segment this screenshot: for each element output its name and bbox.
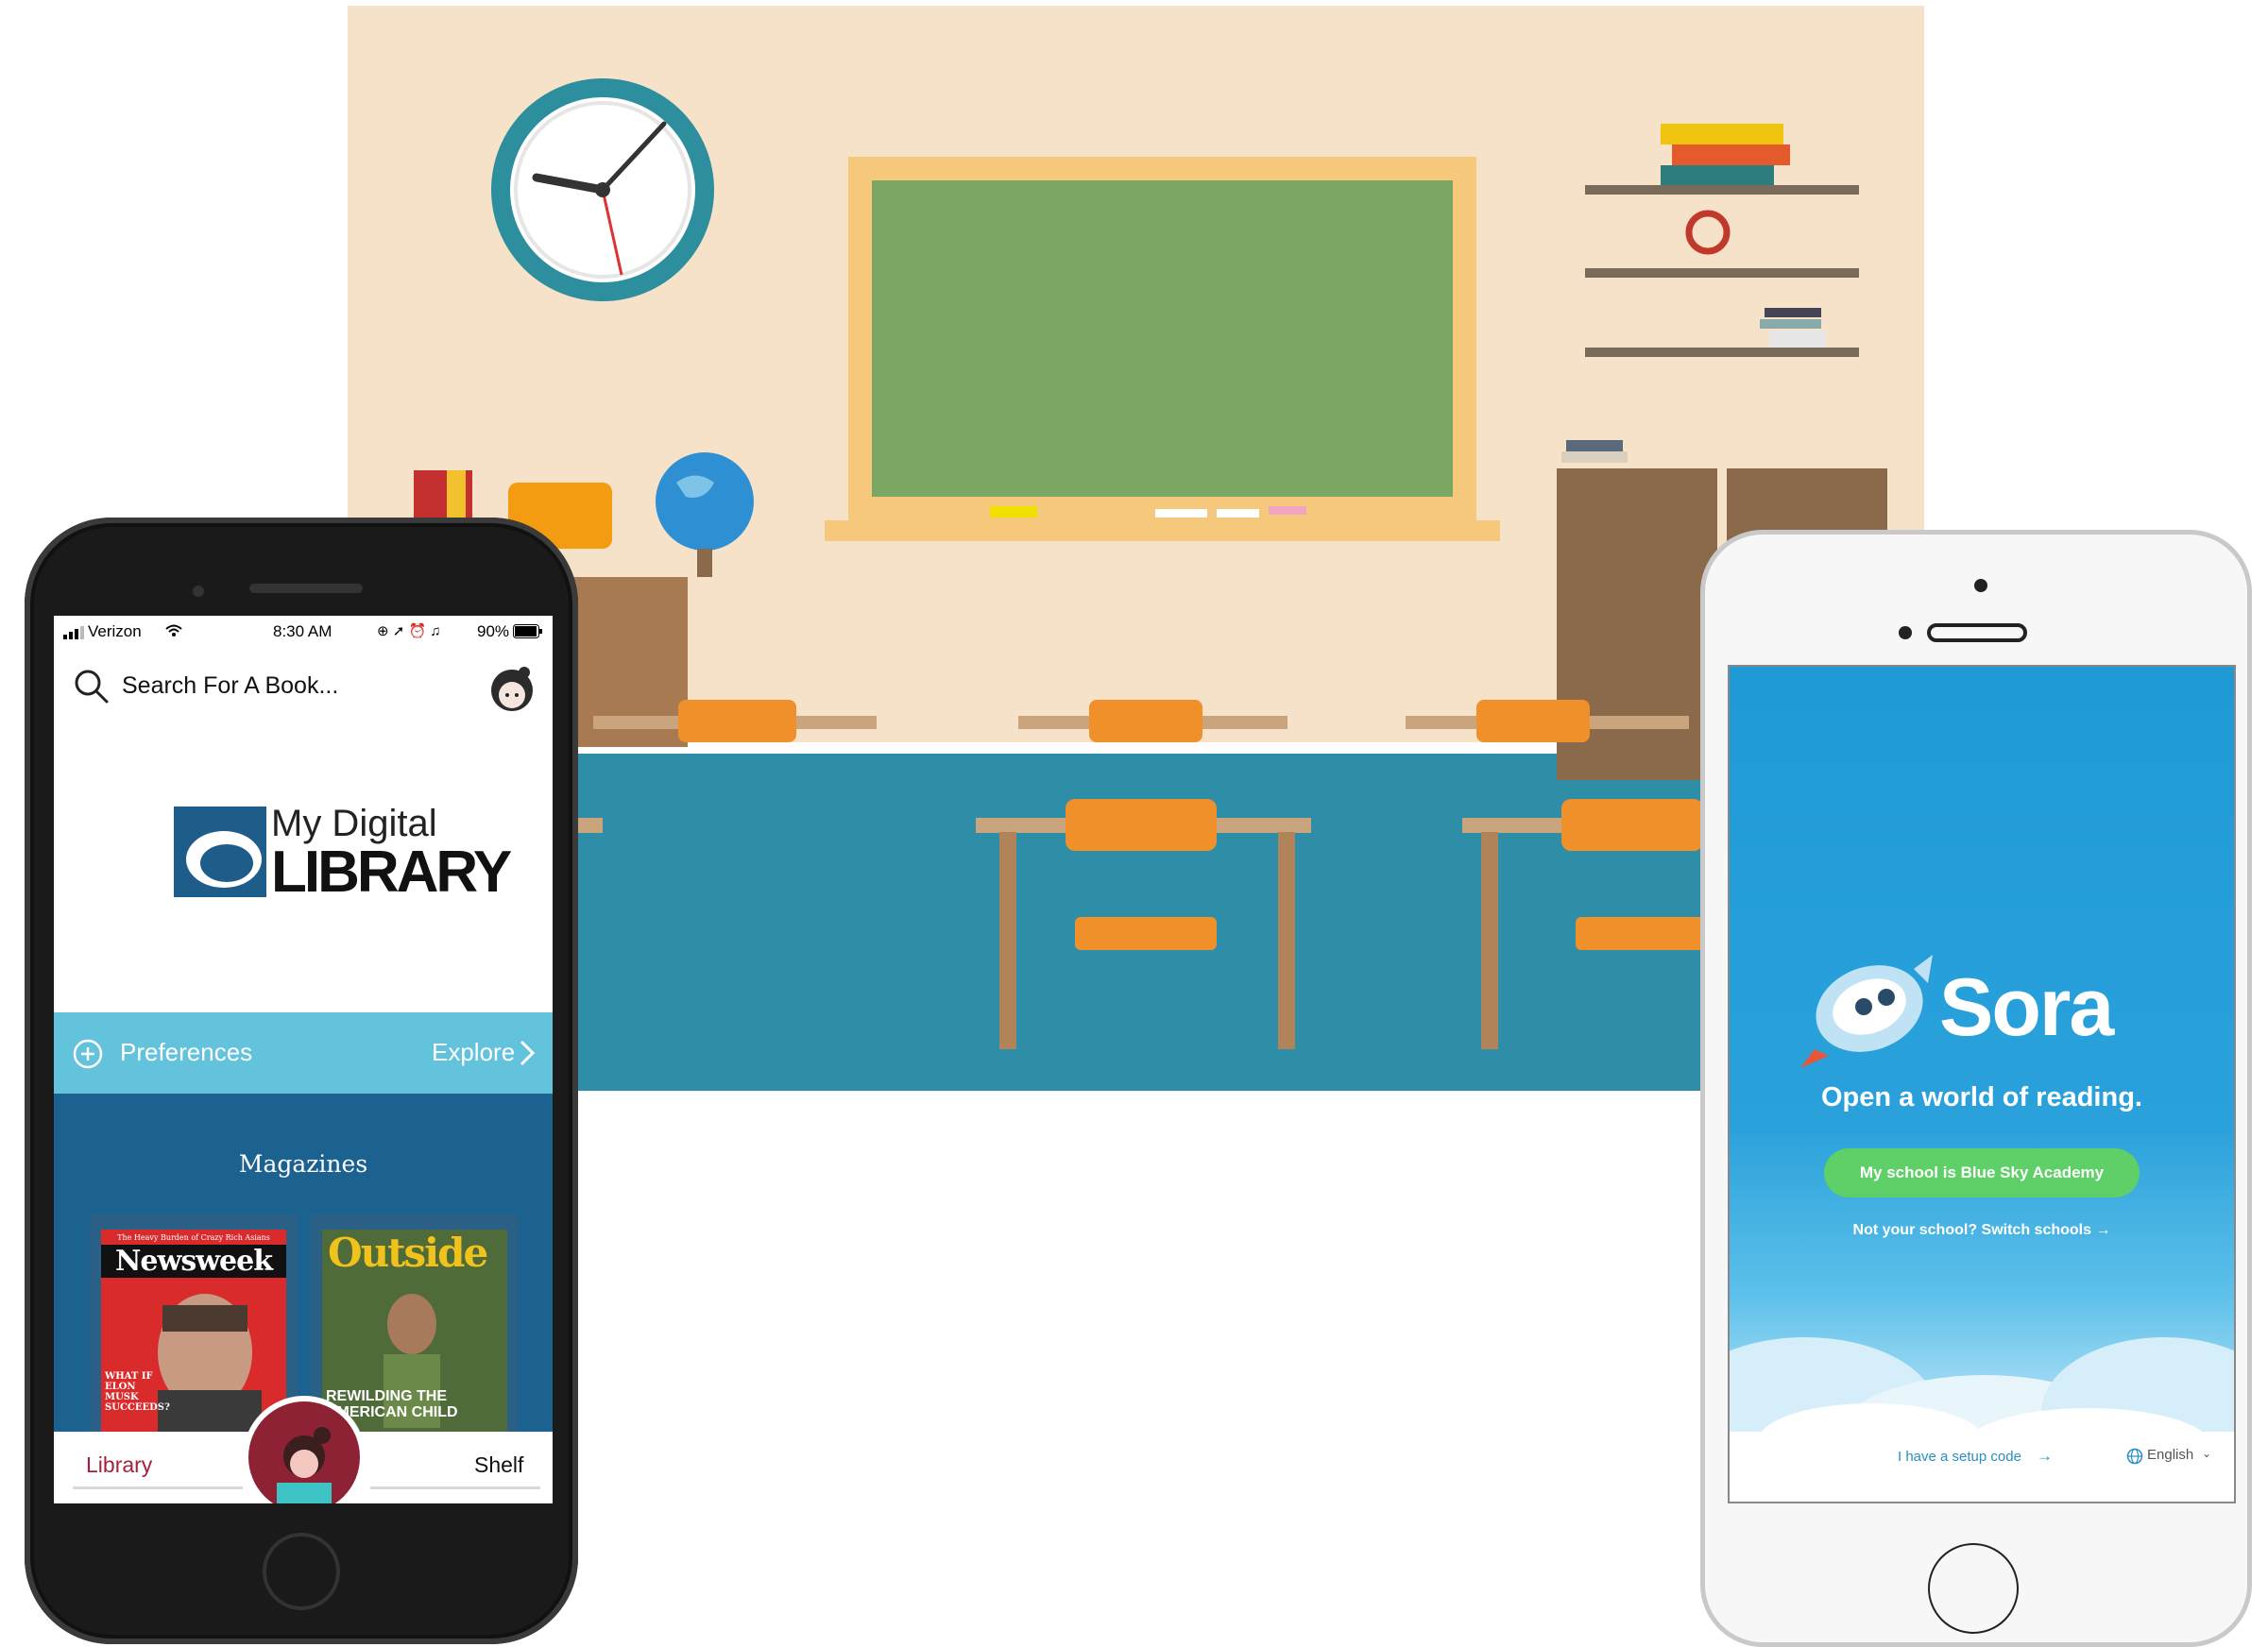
magazines-section: Magazines The Heavy Burden of Crazy Rich… [54,1094,553,1432]
libby-app-screen: Verizon 8:30 AM ⊕ ➚ ⏰ ♫ 90% Search For A… [54,616,553,1503]
preferences-bar: Preferences Explore [54,1012,553,1094]
status-icons: ⊕ ➚ ⏰ ♫ [377,623,441,639]
status-bar: Verizon 8:30 AM ⊕ ➚ ⏰ ♫ 90% [60,620,547,644]
arrow-right-icon[interactable]: → [2095,1222,2110,1238]
library-logo-line2: LIBRARY [271,840,512,905]
clouds-decoration [1730,1337,2234,1502]
black-smartphone: Verizon 8:30 AM ⊕ ➚ ⏰ ♫ 90% Search For A… [25,518,578,1644]
classroom-illustration [348,6,1924,1091]
signal-icon [63,625,84,644]
tab-library[interactable]: Library [86,1452,152,1478]
home-button[interactable] [263,1533,340,1610]
classroom-scene-image [348,6,1924,1091]
home-button[interactable] [1928,1543,2019,1634]
setup-code-link[interactable]: I have a setup code [1898,1449,2021,1465]
school-confirm-button[interactable]: My school is Blue Sky Academy [1824,1148,2140,1197]
battery-percent: 90% [477,622,510,640]
front-camera [1974,579,1987,592]
libby-reader-icon [277,1427,332,1503]
outside-cover-art: Outside REWILDING THE AMERICAN CHILD [322,1230,507,1432]
add-circle-icon[interactable] [73,1039,103,1074]
newsweek-masthead: Newsweek [101,1245,286,1278]
magazine-cover-newsweek[interactable]: The Heavy Burden of Crazy Rich Asians Ne… [90,1214,298,1432]
explore-button[interactable]: Explore [432,1038,515,1067]
tab-shelf[interactable]: Shelf [474,1452,523,1478]
avatar[interactable] [488,665,536,712]
speaker-grille [249,584,363,593]
outside-masthead: Outside [328,1230,488,1276]
proximity-sensor [1899,626,1912,639]
switch-schools-link[interactable]: Not your school? Switch schools [1853,1222,2091,1238]
sora-app-name: Sora [1939,962,2114,1053]
libby-home-button[interactable] [248,1401,360,1503]
tab-divider [73,1486,243,1489]
search-icon[interactable] [73,668,111,705]
carrier-label: Verizon [88,622,142,640]
battery-icon [513,624,543,643]
language-selector[interactable]: English [2147,1447,2193,1463]
globe-icon[interactable] [2126,1448,2143,1469]
chevron-down-icon[interactable]: ⌄ [2202,1447,2211,1460]
magazines-title: Magazines [238,1150,368,1178]
wifi-icon [165,623,182,642]
newsweek-tagline: The Heavy Burden of Crazy Rich Asians [117,1233,270,1242]
chevron-right-icon[interactable] [519,1039,536,1072]
library-logo-icon [172,805,276,899]
newsweek-cover-art: The Heavy Burden of Crazy Rich Asians Ne… [101,1230,286,1432]
switch-schools-row: Not your school? Switch schools → [1730,1222,2234,1239]
chalkboard [825,157,1500,541]
tab-divider [370,1486,540,1489]
newsweek-cover-text: WHAT IF ELON MUSK SUCCEEDS? [105,1371,170,1413]
front-camera [193,586,204,597]
search-input[interactable]: Search For A Book... [122,672,424,705]
arrow-right-icon[interactable]: → [2037,1447,2053,1466]
preferences-button[interactable]: Preferences [120,1038,252,1067]
sora-mascot-icon [1796,950,1937,1073]
sora-tagline: Open a world of reading. [1821,1082,2142,1112]
magazine-cover-outside[interactable]: Outside REWILDING THE AMERICAN CHILD [311,1214,519,1432]
outside-cover-text: REWILDING THE AMERICAN CHILD [326,1388,458,1420]
white-smartphone: Sora Open a world of reading. My school … [1700,530,2252,1647]
wall-clock-icon [491,78,714,301]
sora-app-screen: Sora Open a world of reading. My school … [1728,665,2236,1503]
clock-time: 8:30 AM [273,622,333,640]
speaker-grille [1927,623,2027,642]
